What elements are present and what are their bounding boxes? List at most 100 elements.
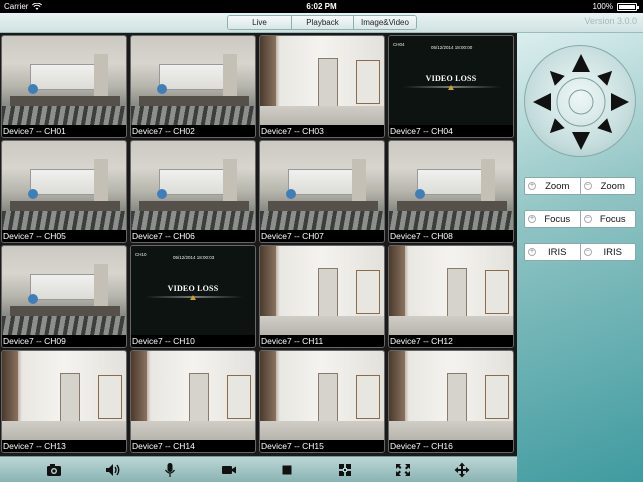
iris-open-button[interactable]: + IRIS [525, 244, 580, 260]
camera-tile[interactable]: Device7 -- CH03 [259, 35, 385, 138]
focus-out-button[interactable]: − Focus [579, 211, 636, 227]
video-feed [131, 351, 255, 442]
bottom-toolbar [0, 456, 517, 482]
ptz-panel: + Zoom − Zoom + Focus − Focus + IRIS − IRIS [517, 33, 643, 482]
arrow-up-icon[interactable] [572, 54, 590, 72]
camera-tile[interactable]: Device7 -- CH11 [259, 245, 385, 348]
channel-caption: Device7 -- CH02 [131, 125, 255, 137]
tab-image-video[interactable]: Image&Video [354, 16, 416, 29]
video-feed [2, 36, 126, 127]
video-feed [389, 141, 513, 232]
version-label: Version 3.0.0 [584, 16, 637, 26]
snapshot-icon[interactable] [45, 462, 63, 478]
channel-caption: Device7 -- CH16 [389, 440, 513, 452]
tab-live[interactable]: Live [228, 16, 292, 29]
fullscreen-icon[interactable] [394, 462, 412, 478]
plus-icon: + [528, 182, 536, 190]
arrow-up-left-icon[interactable] [545, 66, 565, 86]
mode-tabs: Live Playback Image&Video [227, 15, 417, 30]
camera-tile[interactable]: Device7 -- CH05 [1, 140, 127, 243]
record-icon[interactable] [220, 462, 238, 478]
camera-tile[interactable]: CH10 05/12/2014 18:00:03 VIDEO LOSS Device7… [130, 245, 256, 348]
video-feed [2, 351, 126, 442]
zoom-control: + Zoom − Zoom [524, 177, 636, 195]
camera-tile[interactable]: Device7 -- CH09 [1, 245, 127, 348]
channel-caption: Device7 -- CH06 [131, 230, 255, 242]
plus-icon: + [528, 215, 536, 223]
video-feed [260, 141, 384, 232]
battery-fill [619, 5, 635, 9]
ptz-move-icon[interactable] [453, 462, 471, 478]
focus-out-label: Focus [599, 213, 626, 225]
channel-caption: Device7 -- CH13 [2, 440, 126, 452]
warning-icon [190, 295, 196, 300]
video-loss-text: VIDEO LOSS [425, 74, 477, 83]
tab-playback[interactable]: Playback [292, 16, 354, 29]
channel-overlay-label: CH04 [393, 42, 405, 47]
camera-tile[interactable]: Device7 -- CH08 [388, 140, 514, 243]
header-bar: Live Playback Image&Video Version 3.0.0 [0, 13, 643, 33]
channel-caption: Device7 -- CH10 [131, 335, 255, 347]
video-loss-text: VIDEO LOSS [167, 284, 219, 293]
video-feed: CH04 05/12/2014 18:00:00 VIDEO LOSS [389, 36, 513, 127]
minus-icon: − [583, 182, 592, 190]
arrow-left-icon[interactable] [533, 93, 551, 111]
camera-tile[interactable]: Device7 -- CH02 [130, 35, 256, 138]
channel-caption: Device7 -- CH14 [131, 440, 255, 452]
channel-caption: Device7 -- CH15 [260, 440, 384, 452]
microphone-icon[interactable] [161, 462, 179, 478]
battery-icon [617, 3, 639, 11]
video-feed [131, 141, 255, 232]
camera-tile[interactable]: Device7 -- CH13 [1, 350, 127, 453]
video-feed [389, 351, 513, 442]
channel-caption: Device7 -- CH07 [260, 230, 384, 242]
minus-icon: − [583, 215, 592, 223]
iris-open-label: IRIS [548, 246, 567, 258]
camera-tile[interactable]: Device7 -- CH15 [259, 350, 385, 453]
channel-caption: Device7 -- CH08 [389, 230, 513, 242]
arrow-down-left-icon[interactable] [545, 118, 565, 138]
channel-caption: Device7 -- CH11 [260, 335, 384, 347]
zoom-out-label: Zoom [600, 180, 625, 192]
camera-tile[interactable]: CH04 05/12/2014 18:00:00 VIDEO LOSS Device7… [388, 35, 514, 138]
zoom-in-button[interactable]: + Zoom [525, 178, 580, 194]
speaker-icon[interactable] [104, 462, 122, 478]
channel-caption: Device7 -- CH01 [2, 125, 126, 137]
zoom-in-label: Zoom [545, 180, 570, 192]
video-feed [260, 36, 384, 127]
split-layout-icon[interactable] [336, 462, 354, 478]
iris-control: + IRIS − IRIS [524, 243, 636, 261]
video-feed [260, 351, 384, 442]
arrow-down-icon[interactable] [572, 132, 590, 150]
plus-icon: + [528, 248, 536, 256]
minus-icon: − [583, 248, 592, 256]
channel-caption: Device7 -- CH04 [389, 125, 513, 137]
arrow-down-right-icon[interactable] [597, 118, 617, 138]
channel-caption: Device7 -- CH05 [2, 230, 126, 242]
video-feed: CH10 05/12/2014 18:00:03 VIDEO LOSS [131, 246, 255, 337]
clock: 6:02 PM [306, 2, 337, 11]
video-feed [260, 246, 384, 337]
stop-icon[interactable] [278, 462, 296, 478]
camera-tile[interactable]: Device7 -- CH07 [259, 140, 385, 243]
channel-caption: Device7 -- CH03 [260, 125, 384, 137]
arrow-up-right-icon[interactable] [597, 66, 617, 86]
channel-overlay-label: CH10 [135, 252, 147, 257]
focus-control: + Focus − Focus [524, 210, 636, 228]
focus-in-label: Focus [544, 213, 571, 225]
channel-caption: Device7 -- CH09 [2, 335, 126, 347]
battery-percent: 100% [592, 2, 613, 11]
camera-tile[interactable]: Device7 -- CH06 [130, 140, 256, 243]
video-feed [131, 36, 255, 127]
camera-tile[interactable]: Device7 -- CH12 [388, 245, 514, 348]
iris-close-button[interactable]: − IRIS [579, 244, 636, 260]
camera-tile[interactable]: Device7 -- CH01 [1, 35, 127, 138]
zoom-out-button[interactable]: − Zoom [579, 178, 636, 194]
camera-tile[interactable]: Device7 -- CH16 [388, 350, 514, 453]
arrow-right-icon[interactable] [611, 93, 629, 111]
ptz-direction-pad[interactable] [524, 45, 636, 157]
focus-in-button[interactable]: + Focus [525, 211, 580, 227]
camera-tile[interactable]: Device7 -- CH14 [130, 350, 256, 453]
warning-icon [448, 85, 454, 90]
video-feed [2, 246, 126, 337]
